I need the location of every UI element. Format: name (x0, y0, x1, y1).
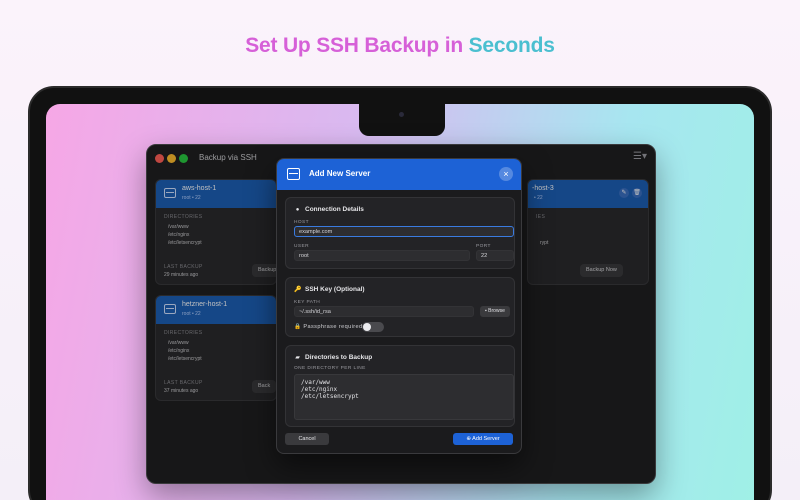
port-input[interactable]: 22 (476, 250, 514, 261)
headline: Set Up SSH Backup in Seconds (0, 34, 800, 58)
host-label: HOST (294, 220, 309, 225)
camera-icon (399, 112, 404, 117)
server-icon (287, 168, 300, 180)
modal-title: Add New Server (309, 169, 371, 178)
ssh-key-section: 🔑 SSH Key (Optional) KEY PATH ~/.ssh/id_r… (285, 277, 515, 337)
host-input[interactable]: example.com (294, 226, 514, 237)
desktop-screen: Backup via SSH ☰▾ aws-host-1 root • 22 D… (46, 104, 754, 500)
key-icon: 🔑 (294, 287, 302, 293)
headline-part2: Seconds (468, 34, 555, 57)
laptop-frame: Backup via SSH ☰▾ aws-host-1 root • 22 D… (28, 86, 772, 500)
connection-section: ● Connection Details HOST example.com USE… (285, 197, 515, 269)
passphrase-toggle[interactable] (362, 322, 384, 332)
section-title: ▰ Directories to Backup (295, 354, 373, 361)
section-title: ● Connection Details (295, 206, 364, 213)
user-label: USER (294, 244, 309, 249)
key-path-input[interactable]: ~/.ssh/id_rsa (294, 306, 474, 317)
headline-part1: Set Up SSH Backup in (245, 34, 463, 57)
directories-section: ▰ Directories to Backup ONE DIRECTORY PER… (285, 345, 515, 427)
add-server-modal: Add New Server × ● Connection Details HOS… (276, 158, 522, 454)
directories-textarea[interactable]: /var/www /etc/nginx /etc/letsencrypt (294, 374, 514, 420)
folder-icon: ▰ (295, 355, 300, 361)
section-title: 🔑 SSH Key (Optional) (294, 286, 365, 293)
passphrase-label: 🔒 Passphrase required (294, 324, 363, 330)
modal-header: Add New Server × (277, 159, 521, 190)
key-path-label: KEY PATH (294, 300, 321, 305)
browse-button[interactable]: ▪ Browse (480, 306, 510, 317)
add-server-button[interactable]: ⊕ Add Server (453, 433, 513, 445)
directories-input-label: ONE DIRECTORY PER LINE (294, 366, 366, 371)
close-icon[interactable]: × (499, 167, 513, 181)
camera-notch (359, 104, 445, 136)
user-input[interactable]: root (294, 250, 470, 261)
port-label: PORT (476, 244, 491, 249)
globe-icon: ● (295, 207, 300, 213)
cancel-button[interactable]: Cancel (285, 433, 329, 445)
